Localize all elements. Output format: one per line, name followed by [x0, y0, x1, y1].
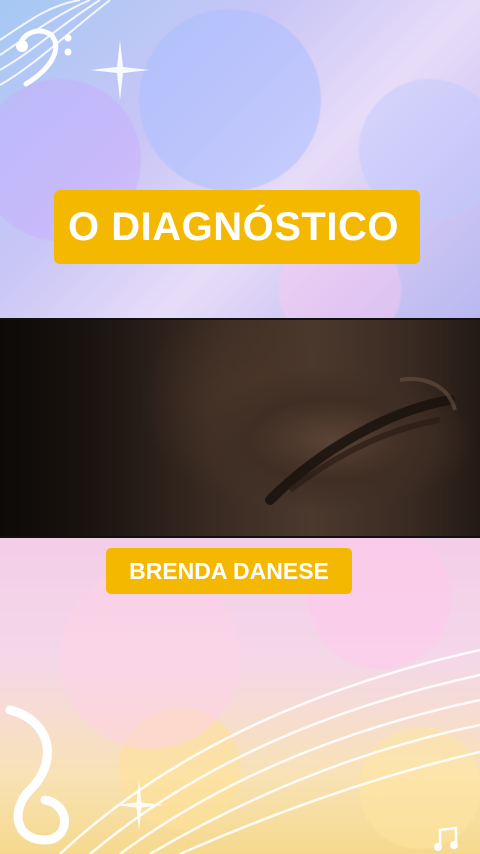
top-background — [0, 0, 480, 318]
title-label: O DIAGNÓSTICO — [54, 190, 420, 264]
title-text: O DIAGNÓSTICO — [68, 204, 399, 249]
name-label: BRENDA DANESE — [106, 548, 352, 594]
eye-closeup-photo — [0, 318, 480, 538]
eyelash-detail — [265, 377, 457, 505]
name-text: BRENDA DANESE — [129, 557, 329, 584]
